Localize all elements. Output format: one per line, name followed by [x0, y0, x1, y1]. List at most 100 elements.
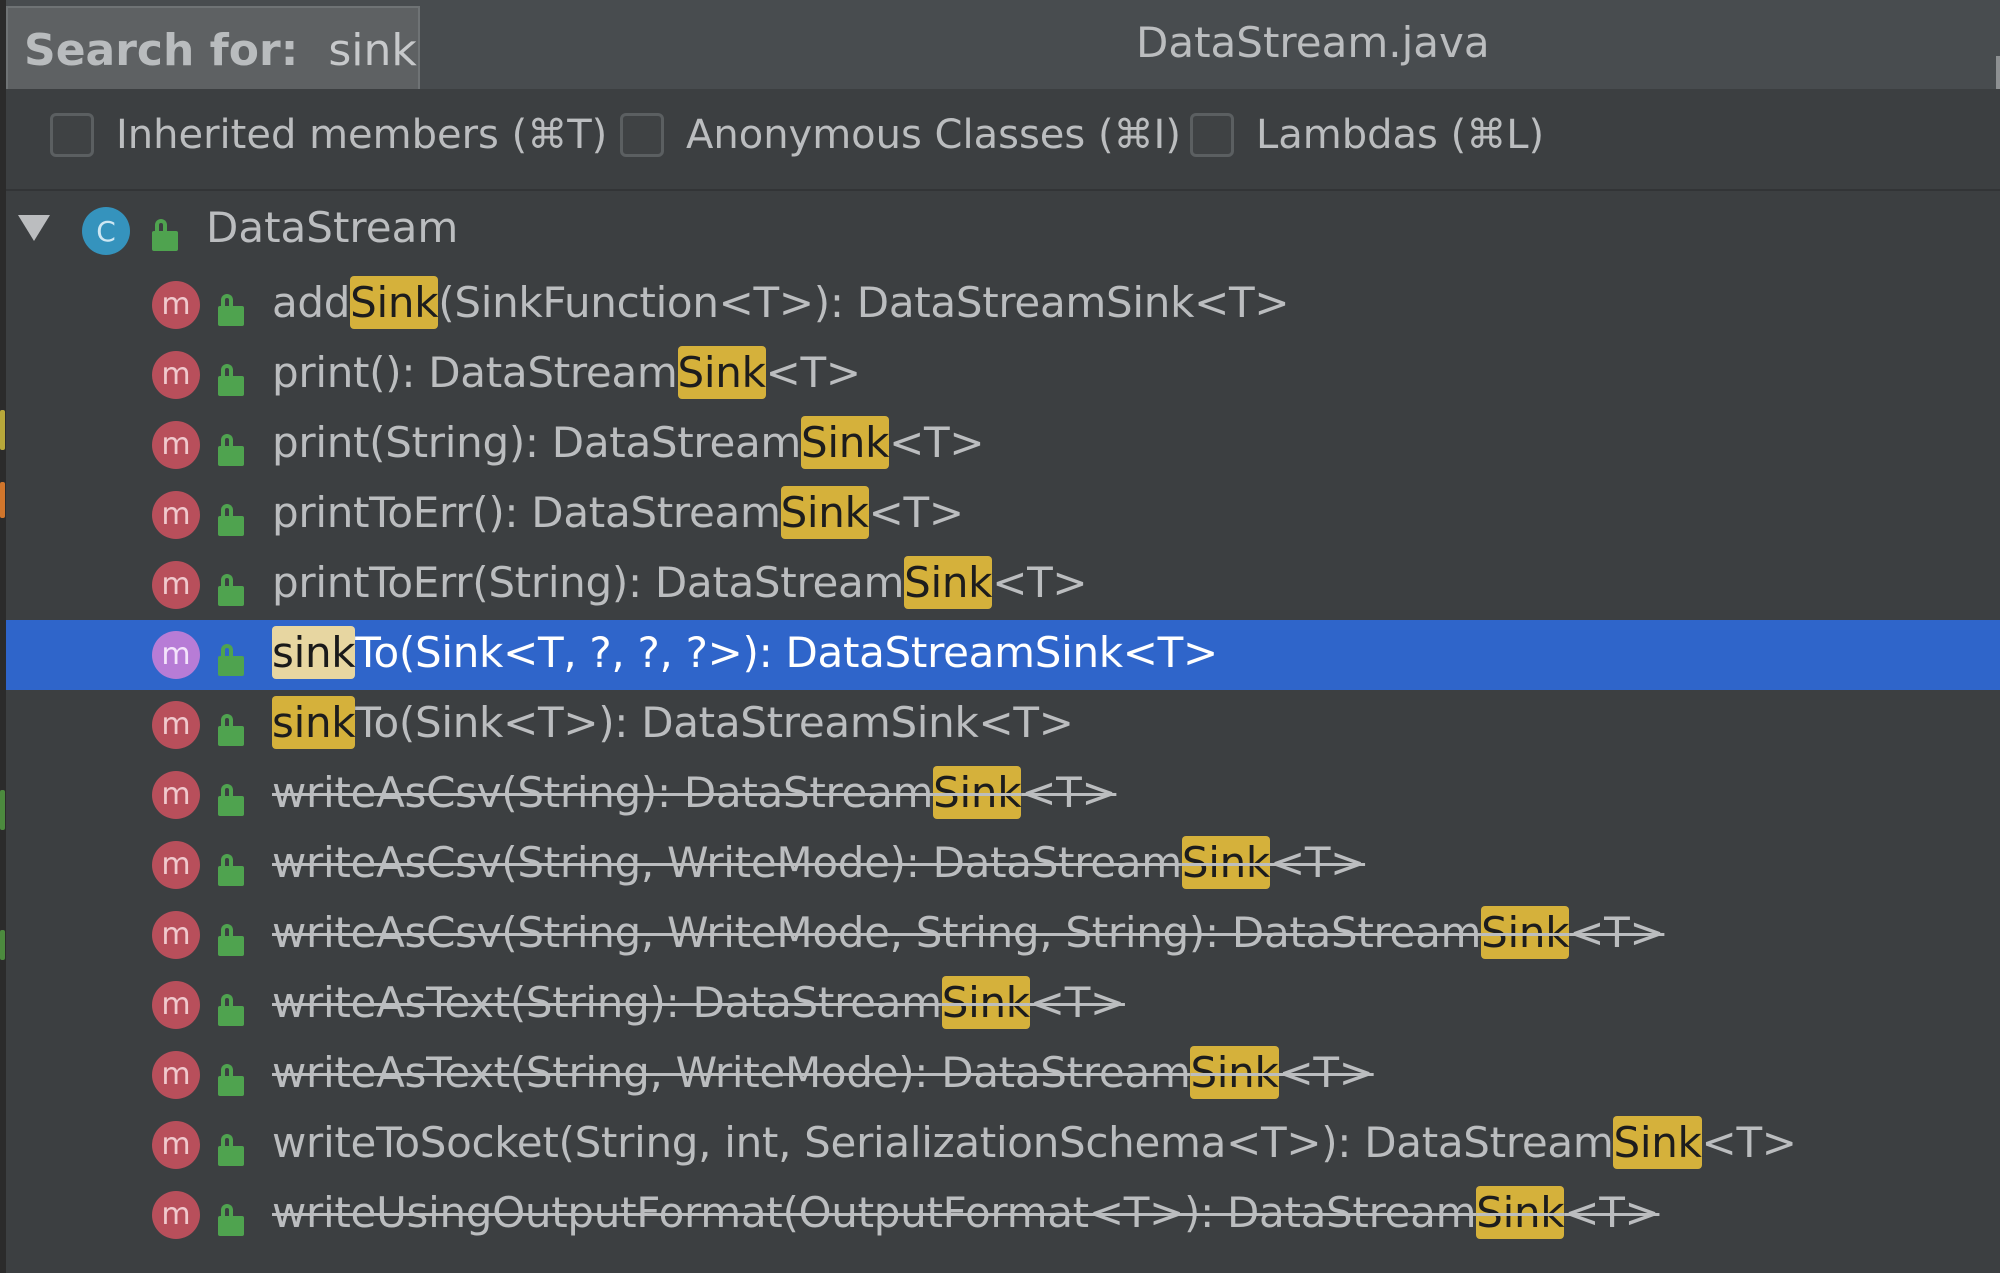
- method-signature: print(String): DataStreamSink<T>: [272, 416, 985, 469]
- search-match-highlight: Sink: [941, 976, 1030, 1029]
- signature-suffix: <T>: [1269, 838, 1366, 887]
- method-icon: m: [152, 351, 200, 399]
- method-signature: sinkTo(Sink<T, ?, ?, ?>): DataStreamSink…: [272, 626, 1218, 679]
- search-input[interactable]: sink: [328, 25, 417, 76]
- method-signature: writeAsCsv(String): DataStreamSink<T>: [272, 766, 1117, 819]
- method-row[interactable]: m printToErr(): DataStreamSink<T>: [6, 480, 2000, 550]
- method-icon: m: [152, 631, 200, 679]
- resize-handle[interactable]: [1996, 56, 2000, 90]
- public-lock-icon: [218, 364, 244, 396]
- signature-prefix: printToErr(): DataStream: [272, 488, 781, 537]
- filter-bar: Inherited members (⌘T) Anonymous Classes…: [6, 89, 2000, 191]
- signature-suffix: To(Sink<T, ?, ?, ?>): DataStreamSink<T>: [355, 628, 1218, 677]
- search-match-highlight: Sink: [933, 766, 1022, 819]
- method-icon: m: [152, 981, 200, 1029]
- public-lock-icon: [152, 219, 178, 251]
- method-signature: writeAsCsv(String, WriteMode): DataStrea…: [272, 836, 1366, 889]
- public-lock-icon: [218, 644, 244, 676]
- public-lock-icon: [218, 434, 244, 466]
- lambdas-checkbox[interactable]: [1190, 113, 1234, 157]
- method-icon: m: [152, 1051, 200, 1099]
- search-match-highlight: sink: [272, 626, 356, 679]
- signature-prefix: printToErr(String): DataStream: [272, 558, 905, 607]
- public-lock-icon: [218, 1064, 244, 1096]
- method-row[interactable]: m addSink(SinkFunction<T>): DataStreamSin…: [6, 270, 2000, 340]
- search-match-highlight: Sink: [904, 556, 993, 609]
- public-lock-icon: [218, 714, 244, 746]
- anonymous-classes-checkbox[interactable]: [620, 113, 664, 157]
- method-icon: m: [152, 421, 200, 469]
- method-icon: m: [152, 701, 200, 749]
- filter-anonymous-classes[interactable]: Anonymous Classes (⌘I): [620, 112, 1181, 158]
- class-name-label: DataStream: [206, 203, 459, 252]
- method-signature: writeToSocket(String, int, Serialization…: [272, 1116, 1797, 1169]
- public-lock-icon: [218, 924, 244, 956]
- method-icon: m: [152, 911, 200, 959]
- search-match-highlight: Sink: [801, 416, 890, 469]
- filter-lambdas[interactable]: Lambdas (⌘L): [1190, 112, 1544, 158]
- tree-node-datastream-class[interactable]: C DataStream: [6, 195, 2000, 265]
- class-icon: C: [82, 207, 130, 255]
- public-lock-icon: [218, 1134, 244, 1166]
- method-row[interactable]: m writeAsCsv(String, WriteMode): DataStre…: [6, 830, 2000, 900]
- search-match-highlight: Sink: [1613, 1116, 1702, 1169]
- method-signature: writeAsText(String, WriteMode): DataStre…: [272, 1046, 1374, 1099]
- method-icon: m: [152, 491, 200, 539]
- method-row[interactable]: m writeUsingOutputFormat(OutputFormat<T>)…: [6, 1180, 2000, 1250]
- signature-prefix: print(String): DataStream: [272, 418, 802, 467]
- search-match-highlight: Sink: [780, 486, 869, 539]
- filter-inherited-members[interactable]: Inherited members (⌘T): [50, 112, 607, 158]
- method-row[interactable]: m writeAsText(String, WriteMode): DataStr…: [6, 1040, 2000, 1110]
- gutter-marker-added: [0, 790, 5, 830]
- method-row[interactable]: m writeAsCsv(String, WriteMode, String, S…: [6, 900, 2000, 970]
- signature-prefix: writeUsingOutputFormat(OutputFormat<T>):…: [272, 1188, 1477, 1237]
- signature-prefix: writeToSocket(String, int, Serialization…: [272, 1118, 1614, 1167]
- method-row[interactable]: m print(String): DataStreamSink<T>: [6, 410, 2000, 480]
- signature-prefix: print(): DataStream: [272, 348, 678, 397]
- file-structure-popup: Search for: sink DataStream.java Inherit…: [6, 0, 2000, 1273]
- signature-prefix: writeAsText(String, WriteMode): DataStre…: [272, 1048, 1191, 1097]
- search-field[interactable]: Search for: sink: [6, 6, 420, 95]
- search-label: Search for:: [24, 25, 299, 76]
- method-icon: m: [152, 1121, 200, 1169]
- method-row[interactable]: m writeAsText(String): DataStreamSink<T>: [6, 970, 2000, 1040]
- expand-caret-icon[interactable]: [18, 215, 50, 241]
- method-signature: writeAsCsv(String, WriteMode, String, St…: [272, 906, 1665, 959]
- public-lock-icon: [218, 1204, 244, 1236]
- public-lock-icon: [218, 854, 244, 886]
- method-row[interactable]: m print(): DataStreamSink<T>: [6, 340, 2000, 410]
- popup-header: Search for: sink DataStream.java: [6, 0, 2000, 95]
- public-lock-icon: [218, 504, 244, 536]
- method-icon: m: [152, 1191, 200, 1239]
- inherited-members-checkbox[interactable]: [50, 113, 94, 157]
- anonymous-classes-label: Anonymous Classes (⌘I): [686, 112, 1181, 158]
- method-row[interactable]: m printToErr(String): DataStreamSink<T>: [6, 550, 2000, 620]
- search-match-highlight: Sink: [1476, 1186, 1565, 1239]
- method-icon: m: [152, 771, 200, 819]
- signature-suffix: <T>: [765, 348, 861, 397]
- signature-suffix: <T>: [1029, 978, 1125, 1027]
- method-row[interactable]: m writeAsCsv(String): DataStreamSink<T>: [6, 760, 2000, 830]
- gutter-marker-added: [0, 930, 5, 960]
- signature-suffix: <T>: [1021, 768, 1117, 817]
- inherited-members-label: Inherited members (⌘T): [116, 112, 608, 158]
- popup-title: DataStream.java: [1136, 18, 1490, 67]
- gutter-marker-change: [0, 482, 5, 518]
- signature-prefix: add: [272, 278, 351, 327]
- signature-suffix: <T>: [1569, 908, 1665, 957]
- public-lock-icon: [218, 994, 244, 1026]
- method-signature: sinkTo(Sink<T>): DataStreamSink<T>: [272, 696, 1074, 749]
- signature-suffix: (SinkFunction<T>): DataStreamSink<T>: [438, 278, 1290, 327]
- search-match-highlight: Sink: [1181, 836, 1270, 889]
- lambdas-label: Lambdas (⌘L): [1256, 112, 1545, 158]
- method-row[interactable]: m sinkTo(Sink<T>): DataStreamSink<T>: [6, 690, 2000, 760]
- method-row[interactable]: m sinkTo(Sink<T, ?, ?, ?>): DataStreamSin…: [6, 620, 2000, 690]
- method-signature: printToErr(): DataStreamSink<T>: [272, 486, 964, 539]
- search-match-highlight: Sink: [1481, 906, 1570, 959]
- method-signature: print(): DataStreamSink<T>: [272, 346, 861, 399]
- signature-prefix: writeAsCsv(String, WriteMode): DataStrea…: [272, 838, 1182, 887]
- public-lock-icon: [218, 574, 244, 606]
- signature-suffix: <T>: [1278, 1048, 1374, 1097]
- method-row[interactable]: m writeToSocket(String, int, Serializatio…: [6, 1110, 2000, 1180]
- search-match-highlight: Sink: [677, 346, 766, 399]
